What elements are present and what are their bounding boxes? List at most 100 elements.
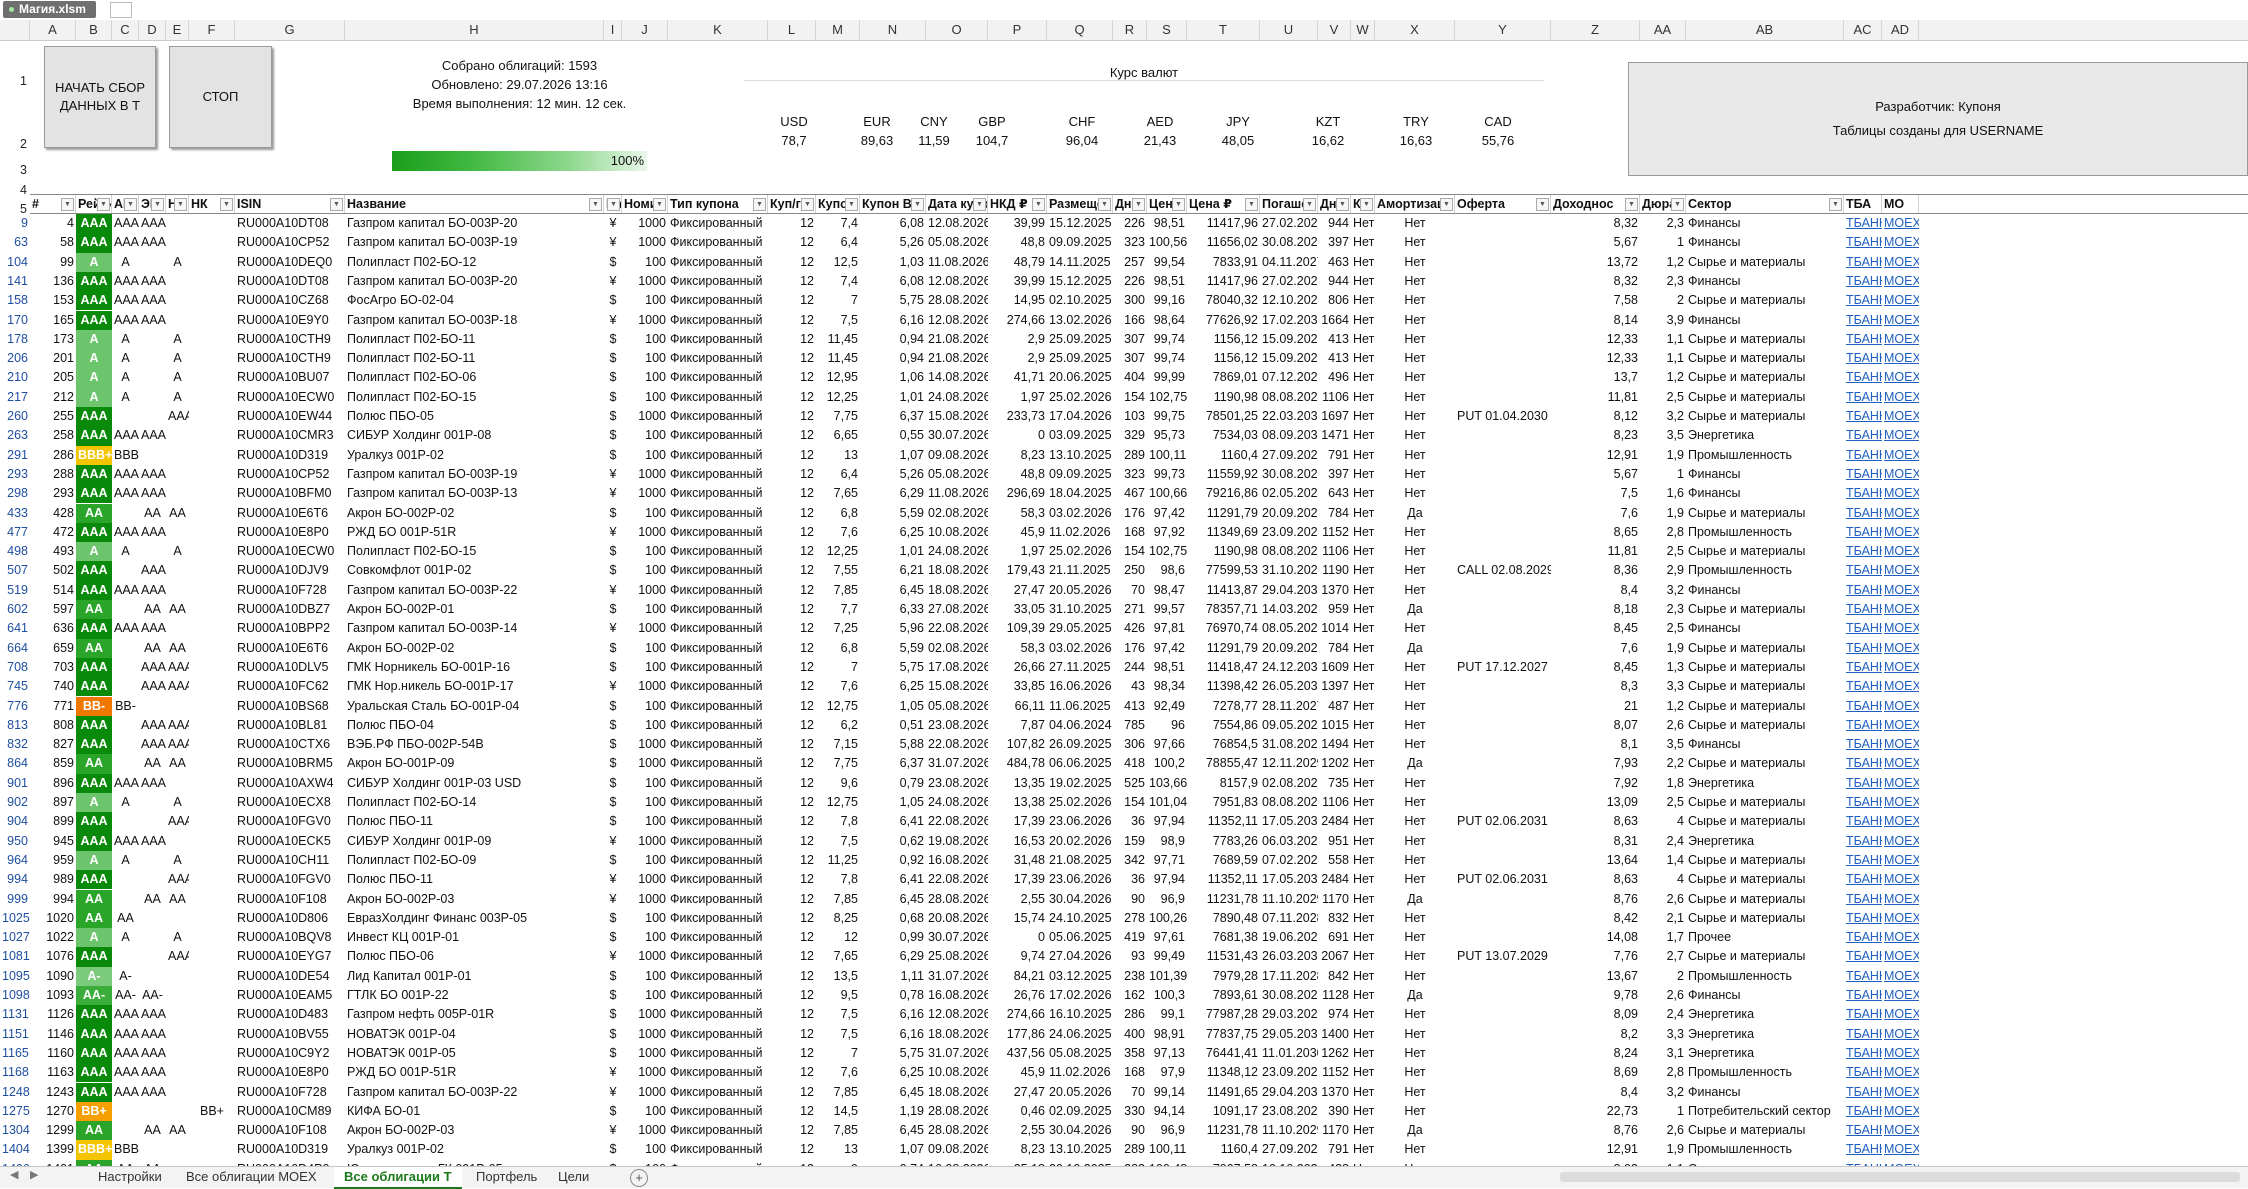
cell[interactable]: ¥ [604,233,622,252]
cell[interactable]: Финансы [1686,233,1844,252]
cell[interactable]: 12.10.2028 [1260,291,1318,310]
cell[interactable]: 1020 [30,909,76,928]
cell[interactable]: 944 [1318,272,1351,291]
cell[interactable]: Нет [1375,947,1455,966]
cell[interactable]: 12 [768,233,816,252]
cell[interactable]: 1370 [1318,1083,1351,1102]
cell[interactable]: Нет [1351,214,1375,233]
cell[interactable]: AA [139,890,166,909]
cell[interactable] [139,388,166,407]
cell[interactable]: 400 [1113,1025,1147,1044]
cell[interactable]: Промышленность [1686,561,1844,580]
cell[interactable]: 17,39 [988,870,1047,889]
cell[interactable]: 274,66 [988,311,1047,330]
cell[interactable]: $ [604,793,622,812]
filter-dropdown-icon[interactable]: ▼ [973,198,986,211]
moex-link[interactable]: MOEX [1882,793,1919,812]
cell[interactable]: ¥ [604,272,622,291]
cell[interactable]: RU000A10CM89 [235,1102,345,1121]
filter-dropdown-icon[interactable]: ▼ [151,198,164,211]
cell[interactable]: A [166,253,189,272]
cell[interactable] [189,484,235,503]
rating-cell[interactable]: AA [76,1121,112,1141]
row-number[interactable]: 433 [0,504,30,523]
cell[interactable]: 6,25 [860,523,926,542]
cell[interactable]: Нет [1375,928,1455,947]
moex-link[interactable]: MOEX [1882,484,1919,503]
cell[interactable]: $ [604,542,622,561]
cell[interactable]: 0,94 [860,330,926,349]
cell[interactable]: 3,3 [1640,677,1686,696]
cell[interactable] [112,812,139,831]
cell[interactable]: 12 [768,253,816,272]
moex-link[interactable]: MOEX [1882,561,1919,580]
cell[interactable]: 11.01.2030 [1260,1044,1318,1063]
cell[interactable] [112,658,139,677]
table-row[interactable]: 813 808 AAA AAA AAA RU000A10BL81 Полюс ПБО-04 $… [7,715,2248,736]
cell[interactable]: Нет [1351,754,1375,773]
cell[interactable] [1455,697,1551,716]
row-number[interactable]: 1025 [0,909,30,928]
tbank-link[interactable]: ТБАНК [1844,851,1882,870]
cell[interactable]: 08.08.2029 [1260,388,1318,407]
cell[interactable]: 994 [30,890,76,909]
cell[interactable]: AAA [139,272,166,291]
cell[interactable]: A [166,388,189,407]
cell[interactable]: Сырье и материалы [1686,697,1844,716]
select-all-corner[interactable] [0,20,30,40]
row-number[interactable]: 1151 [0,1025,30,1044]
cell[interactable]: 8,45 [1551,619,1640,638]
cell[interactable]: 899 [30,812,76,831]
cell[interactable] [139,947,166,966]
cell[interactable]: 2,7 [1640,947,1686,966]
cell[interactable]: Нет [1375,272,1455,291]
cell[interactable]: 1270 [30,1102,76,1121]
cell[interactable]: Да [1375,639,1455,658]
cell[interactable] [166,774,189,793]
cell[interactable]: Нет [1351,504,1375,523]
cell[interactable]: 97,13 [1147,1044,1187,1063]
cell[interactable]: 14,95 [988,291,1047,310]
cell[interactable]: 8,63 [1551,812,1640,831]
cell[interactable]: Полиплаcт П02-БО-15 [345,542,604,561]
cell[interactable]: Фиксированный [668,253,768,272]
cell[interactable]: AAA [112,774,139,793]
cell[interactable]: 12 [768,368,816,387]
cell[interactable]: Сырье и материалы [1686,890,1844,909]
cell[interactable]: 7,5 [816,311,860,330]
cell[interactable]: 7,75 [816,754,860,773]
cell[interactable]: RU000A10FGV0 [235,870,345,889]
cell[interactable]: 12,91 [1551,1140,1640,1159]
moex-link[interactable]: MOEX [1882,928,1919,947]
cell[interactable]: 6,65 [816,426,860,445]
rating-cell[interactable]: AA [76,908,112,929]
cell[interactable]: Газпром капитал БО-003Р-22 [345,1083,604,1102]
cell[interactable]: A [112,253,139,272]
cell[interactable] [139,446,166,465]
cell[interactable]: 6,16 [860,1005,926,1024]
cell[interactable]: 8,31 [1551,832,1640,851]
cell[interactable]: BB+ [189,1102,235,1121]
tbank-link[interactable]: ТБАНК [1844,909,1882,928]
cell[interactable]: AAA [166,947,189,966]
tbank-link[interactable]: ТБАНК [1844,793,1882,812]
cell[interactable]: ¥ [604,947,622,966]
cell[interactable]: Фиксированный [668,523,768,542]
cell[interactable]: 12 [768,812,816,831]
cell[interactable]: 0,46 [988,1102,1047,1121]
cell[interactable]: 832 [1318,909,1351,928]
cell[interactable]: 25.02.2026 [1047,388,1113,407]
cell[interactable]: $ [604,735,622,754]
cell[interactable]: Сырье и материалы [1686,330,1844,349]
cell[interactable]: 8,76 [1551,890,1640,909]
cell[interactable]: 15.09.2027 [1260,330,1318,349]
cell[interactable]: $ [604,1140,622,1159]
cell[interactable] [189,253,235,272]
cell[interactable]: 43 [1113,677,1147,696]
cell[interactable]: 23.08.2027 [1260,1102,1318,1121]
cell[interactable]: 13,35 [988,774,1047,793]
cell[interactable]: 29.05.2025 [1047,619,1113,638]
cell[interactable]: A [166,851,189,870]
table-row[interactable]: 170 165 AAA AAA AAA RU000A10E9Y0 Газпром капит… [7,310,2248,330]
header-5[interactable]: НР▼ [166,195,189,213]
